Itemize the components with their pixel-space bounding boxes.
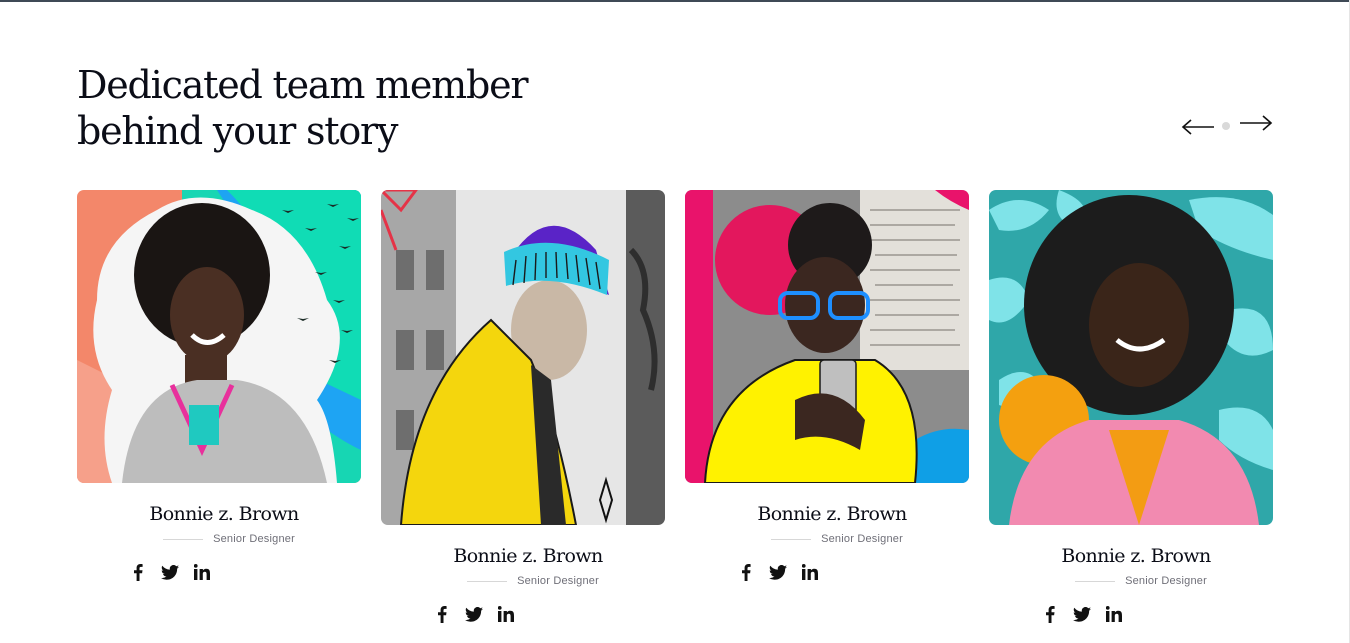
member-role: Senior Designer: [821, 533, 903, 545]
role-divider: [771, 538, 812, 540]
member-name: Bonnie z. Brown: [149, 503, 299, 525]
linkedin-icon[interactable]: [497, 605, 515, 623]
twitter-icon[interactable]: [465, 605, 483, 623]
facebook-icon[interactable]: [129, 563, 147, 581]
social-links: [433, 605, 665, 623]
facebook-icon[interactable]: [737, 563, 755, 581]
linkedin-icon[interactable]: [193, 563, 211, 581]
member-role-row: Senior Designer: [685, 533, 969, 545]
twitter-icon[interactable]: [769, 563, 787, 581]
facebook-icon[interactable]: [433, 605, 451, 623]
member-name: Bonnie z. Brown: [1061, 545, 1211, 567]
top-border: [0, 0, 1350, 2]
member-name: Bonnie z. Brown: [453, 545, 603, 567]
team-card: Bonnie z. Brown Senior Designer: [77, 190, 361, 581]
role-divider: [163, 538, 204, 540]
team-card: Bonnie z. Brown Senior Designer: [685, 190, 969, 581]
portrait-image: [685, 190, 969, 483]
member-role-row: Senior Designer: [989, 575, 1273, 587]
arrow-right-icon: [1240, 115, 1273, 131]
linkedin-icon[interactable]: [1105, 605, 1123, 623]
portrait-image: [381, 190, 665, 525]
member-role: Senior Designer: [517, 575, 599, 587]
twitter-icon[interactable]: [161, 563, 179, 581]
member-role-row: Senior Designer: [381, 575, 665, 587]
role-divider: [1075, 580, 1116, 582]
twitter-icon[interactable]: [1073, 605, 1091, 623]
social-links: [129, 563, 361, 581]
section-title-line-1: Dedicated team member: [77, 63, 529, 107]
facebook-icon[interactable]: [1041, 605, 1059, 623]
carousel-nav: [1180, 110, 1275, 140]
member-role: Senior Designer: [1125, 575, 1207, 587]
social-links: [737, 563, 969, 581]
team-member-photo[interactable]: [989, 190, 1273, 525]
member-name: Bonnie z. Brown: [757, 503, 907, 525]
member-role: Senior Designer: [213, 533, 295, 545]
role-divider: [467, 580, 508, 582]
next-button[interactable]: [1238, 108, 1274, 138]
section-title: Dedicated team member behind your story: [77, 62, 537, 154]
member-role-row: Senior Designer: [77, 533, 361, 545]
team-member-photo[interactable]: [685, 190, 969, 483]
team-member-photo[interactable]: [77, 190, 361, 483]
social-links: [1041, 605, 1273, 623]
portrait-image: [989, 190, 1273, 525]
team-card: Bonnie z. Brown Senior Designer: [989, 190, 1273, 623]
prev-button[interactable]: [1180, 112, 1216, 142]
section-title-line-2: behind your story: [77, 109, 398, 153]
arrow-left-icon: [1181, 119, 1214, 135]
linkedin-icon[interactable]: [801, 563, 819, 581]
portrait-image: [77, 190, 361, 483]
pagination-dot[interactable]: [1222, 122, 1230, 130]
team-card: Bonnie z. Brown Senior Designer: [381, 190, 665, 623]
team-member-photo[interactable]: [381, 190, 665, 525]
